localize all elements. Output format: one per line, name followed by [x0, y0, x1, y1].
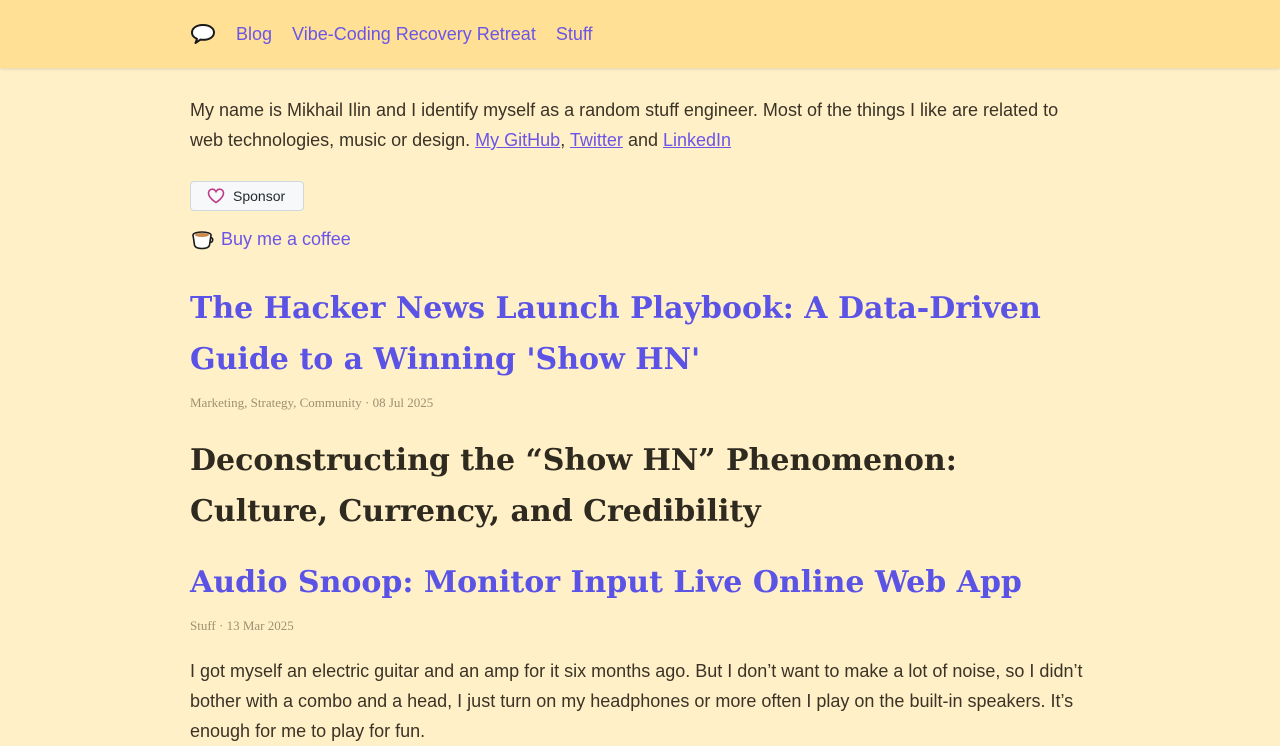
nav-link-vibe-coding-recovery-retreat[interactable]: Vibe-Coding Recovery Retreat: [292, 24, 536, 45]
post-title-link[interactable]: The Hacker News Launch Playbook: A Data-…: [190, 283, 1090, 385]
post-title-text[interactable]: The Hacker News Launch Playbook: A Data-…: [190, 291, 1041, 377]
post-title-link[interactable]: Audio Snoop: Monitor Input Live Online W…: [190, 557, 1090, 608]
linkedin-link[interactable]: LinkedIn: [663, 130, 731, 150]
nav-link-blog[interactable]: Blog: [236, 24, 272, 45]
twitter-link[interactable]: Twitter: [570, 130, 623, 150]
github-link[interactable]: My GitHub: [475, 130, 560, 150]
post-meta: Stuff · 13 Mar 2025: [190, 618, 294, 633]
site-header: Blog Vibe-Coding Recovery Retreat Stuff: [0, 0, 1280, 68]
speech-bubble-icon[interactable]: [190, 21, 216, 47]
intro-text: My name is Mikhail Ilin and I identify m…: [190, 100, 1059, 150]
intro-paragraph: My name is Mikhail Ilin and I identify m…: [190, 95, 1090, 155]
post-section-heading: Deconstructing the “Show HN” Phenomenon:…: [190, 443, 957, 529]
header-inner: Blog Vibe-Coding Recovery Retreat Stuff: [190, 0, 1090, 68]
main-content: My name is Mikhail Ilin and I identify m…: [190, 95, 1090, 746]
post-excerpt: I got myself an electric guitar and an a…: [190, 661, 1083, 741]
nav-link-stuff[interactable]: Stuff: [556, 24, 593, 45]
coffee-cup-icon: [190, 227, 215, 251]
buy-coffee: Buy me a coffee: [190, 225, 1090, 253]
intro-comma: ,: [560, 130, 566, 150]
post-meta: Marketing, Strategy, Community · 08 Jul …: [190, 395, 434, 410]
buy-coffee-link[interactable]: Buy me a coffee: [221, 229, 351, 250]
sponsor-button[interactable]: Sponsor: [190, 181, 305, 211]
sponsor-label: Sponsor: [233, 188, 286, 204]
heart-icon: [207, 188, 225, 204]
intro-and: and: [627, 130, 658, 150]
post-title-text[interactable]: Audio Snoop: Monitor Input Live Online W…: [190, 565, 1022, 600]
